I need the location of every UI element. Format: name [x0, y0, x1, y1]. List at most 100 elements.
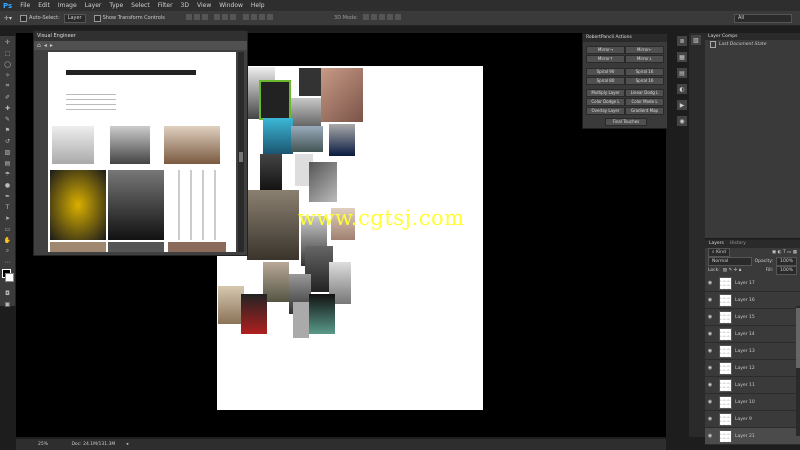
opacity-field[interactable]: 100% — [776, 257, 797, 266]
action-button[interactable]: Linear Dodg L — [625, 89, 664, 97]
brush-tool-icon[interactable]: ✎ — [2, 114, 13, 124]
color-swatches[interactable] — [0, 269, 15, 287]
menu-3d[interactable]: 3D — [177, 2, 193, 9]
color-icon[interactable]: ▦ — [677, 52, 687, 62]
quick-mask-icon[interactable]: ◘ — [2, 288, 13, 298]
marquee-tool-icon[interactable]: ⬚ — [2, 48, 13, 58]
layer-row[interactable]: ◉ Layer 14 — [705, 326, 800, 343]
menu-filter[interactable]: Filter — [154, 2, 177, 9]
eye-icon[interactable]: ◉ — [705, 314, 715, 320]
eyedropper-tool-icon[interactable]: ✐ — [2, 92, 13, 102]
back-icon[interactable]: ◂ — [44, 42, 47, 49]
align-center-icon[interactable] — [222, 14, 229, 20]
type-tool-icon[interactable]: T — [2, 202, 13, 212]
3d-scale-icon[interactable] — [394, 14, 401, 20]
menu-help[interactable]: Help — [247, 2, 269, 9]
menu-select[interactable]: Select — [127, 2, 154, 9]
lasso-tool-icon[interactable]: ◯ — [2, 59, 13, 69]
tab-history[interactable]: History — [730, 240, 746, 248]
menu-view[interactable]: View — [193, 2, 215, 9]
eye-icon[interactable]: ◉ — [705, 365, 715, 371]
blend-mode-dropdown[interactable]: Normal — [708, 257, 752, 266]
action-button[interactable]: Spiral 16 — [625, 68, 664, 76]
menu-edit[interactable]: Edit — [34, 2, 54, 9]
layer-comp-item[interactable]: Last Document State — [705, 40, 800, 49]
blur-tool-icon[interactable]: ☂ — [2, 169, 13, 179]
layer-row[interactable]: ◉ Layer 13 — [705, 343, 800, 360]
action-button[interactable]: Mirror← — [625, 46, 664, 54]
transform-controls-checkbox[interactable] — [93, 14, 101, 22]
action-button[interactable]: Mirror↑ — [586, 55, 625, 63]
eye-icon[interactable]: ◉ — [705, 331, 715, 337]
layer-row[interactable]: ◉ Layer 16 — [705, 292, 800, 309]
visual-engineer-icon[interactable]: ◉ — [677, 116, 687, 126]
more-tools-icon[interactable]: ⋯ — [2, 257, 13, 267]
align-right-icon[interactable] — [230, 14, 237, 20]
quick-select-tool-icon[interactable]: ✧ — [2, 70, 13, 80]
action-button[interactable]: Multiply Layer — [586, 89, 625, 97]
final-touches-button[interactable]: Final Touches — [605, 118, 647, 126]
adjustments-icon[interactable]: ◐ — [677, 84, 687, 94]
eye-icon[interactable]: ◉ — [705, 348, 715, 354]
history-icon[interactable]: ≣ — [677, 36, 687, 46]
lock-icons[interactable]: ▨ ✎ ✛ 🔒︎ — [723, 266, 741, 275]
3d-slide-icon[interactable] — [386, 14, 393, 20]
align-middle-icon[interactable] — [193, 14, 200, 20]
filter-icons[interactable]: ▣ ◐ T ▭ ▦ — [772, 248, 797, 257]
layer-row[interactable]: ◉ Layer 15 — [705, 309, 800, 326]
3d-roll-icon[interactable] — [370, 14, 377, 20]
distribute-2-icon[interactable] — [251, 14, 258, 20]
shape-tool-icon[interactable]: ▭ — [2, 224, 13, 234]
zoom-level[interactable]: 25% — [38, 442, 48, 447]
panel-content[interactable] — [48, 52, 236, 252]
status-arrow-icon[interactable]: ▸ — [127, 442, 129, 447]
layer-row[interactable]: ◉ Layer 10 — [705, 394, 800, 411]
gradient-tool-icon[interactable]: ▤ — [2, 158, 13, 168]
eye-icon[interactable]: ◉ — [705, 382, 715, 388]
crop-tool-icon[interactable]: ⌗ — [2, 81, 13, 91]
layer-row[interactable]: ◉ Layer 11 — [705, 377, 800, 394]
zoom-tool-icon[interactable]: ⌕ — [2, 246, 13, 256]
3d-pan-icon[interactable] — [378, 14, 385, 20]
action-button[interactable]: Color Dodge L — [586, 98, 625, 106]
layer-row[interactable]: ◉ Layer 12 — [705, 360, 800, 377]
menu-layer[interactable]: Layer — [81, 2, 106, 9]
swatches-icon[interactable]: ▤ — [677, 68, 687, 78]
layers-scrollbar[interactable] — [796, 306, 800, 436]
workspace-dropdown[interactable]: All — [734, 13, 792, 23]
auto-select-dropdown[interactable]: Layer — [63, 13, 86, 23]
panel-scrollbar[interactable] — [238, 52, 244, 252]
layer-row[interactable]: ◉ Layer 17 — [705, 275, 800, 292]
menu-type[interactable]: Type — [105, 2, 127, 9]
menu-file[interactable]: File — [16, 2, 34, 9]
align-top-icon[interactable] — [185, 14, 192, 20]
dodge-tool-icon[interactable]: ● — [2, 180, 13, 190]
align-left-icon[interactable] — [214, 14, 221, 20]
move-tool-icon[interactable]: ✛▾ — [4, 15, 12, 22]
3d-rotate-icon[interactable] — [362, 14, 369, 20]
history-brush-icon[interactable]: ↺ — [2, 136, 13, 146]
menu-window[interactable]: Window — [215, 2, 247, 9]
move-tool-icon[interactable]: ✛ — [2, 37, 13, 47]
action-button[interactable]: Overlay Layer — [586, 107, 625, 115]
actions-icon[interactable]: ▶ — [677, 100, 687, 110]
distribute-3-icon[interactable] — [259, 14, 266, 20]
eye-icon[interactable]: ◉ — [705, 297, 715, 303]
action-button[interactable]: Color Mode L — [625, 98, 664, 106]
distribute-1-icon[interactable] — [243, 14, 250, 20]
fill-field[interactable]: 100% — [776, 266, 797, 275]
document-canvas[interactable] — [217, 66, 483, 410]
home-icon[interactable]: ⌂ — [37, 42, 41, 49]
screen-mode-icon[interactable]: ▣ — [2, 299, 13, 309]
action-button[interactable]: Mirror↓ — [625, 55, 664, 63]
tab-layers[interactable]: Layers — [709, 240, 724, 248]
eye-icon[interactable]: ◉ — [705, 399, 715, 405]
path-select-tool-icon[interactable]: ➤ — [2, 213, 13, 223]
eye-icon[interactable]: ◉ — [705, 280, 715, 286]
action-button[interactable]: Spiral 16 — [625, 77, 664, 85]
healing-tool-icon[interactable]: ✚ — [2, 103, 13, 113]
stamp-tool-icon[interactable]: ⚑ — [2, 125, 13, 135]
pen-tool-icon[interactable]: ✒ — [2, 191, 13, 201]
layer-row[interactable]: ◉ Layer 9 — [705, 411, 800, 428]
align-bottom-icon[interactable] — [201, 14, 208, 20]
